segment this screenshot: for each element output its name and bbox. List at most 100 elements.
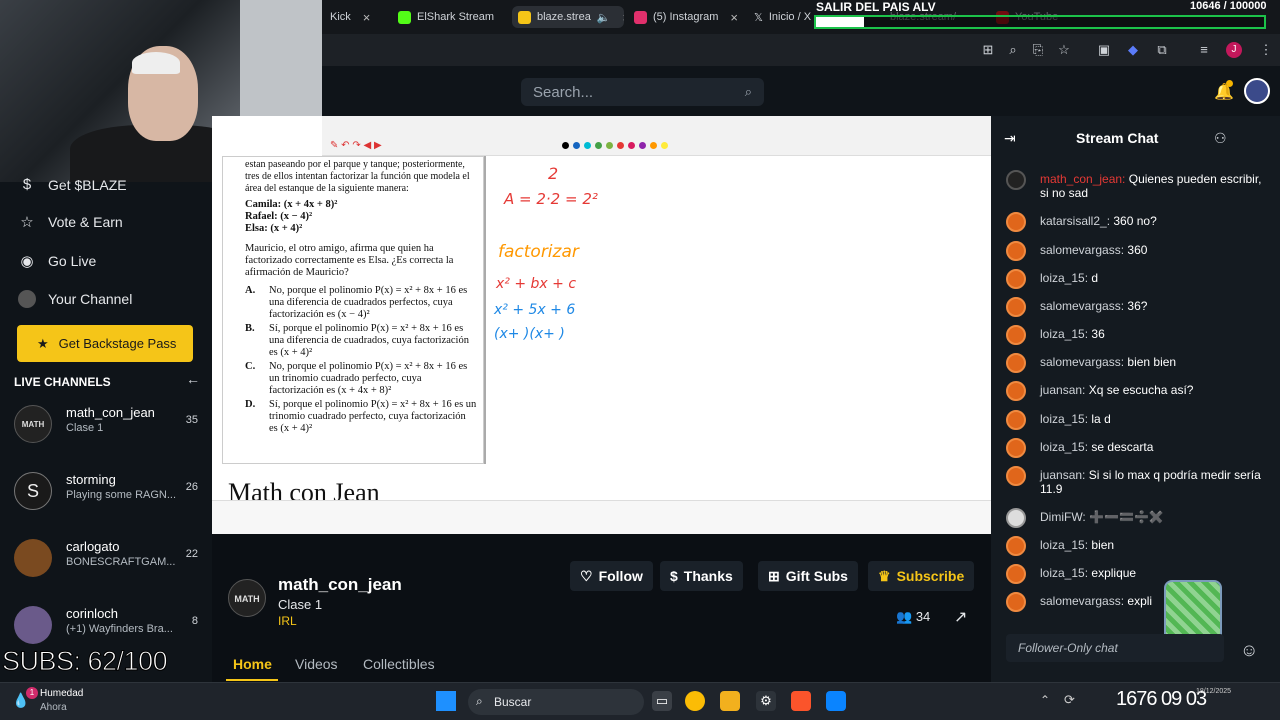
chat-username[interactable]: loiza_15: xyxy=(1040,271,1088,285)
avatar[interactable] xyxy=(1006,564,1026,584)
sidebar-item-get-blaze[interactable]: $ Get $BLAZE xyxy=(18,176,127,193)
puzzle-icon[interactable]: ⧉ xyxy=(1154,42,1170,58)
avatar[interactable] xyxy=(1006,592,1026,612)
chat-users-icon[interactable]: ⚇ xyxy=(1214,130,1227,147)
chat-username[interactable]: salomevargass: xyxy=(1040,243,1124,257)
avatar[interactable] xyxy=(1006,241,1026,261)
app-icon[interactable] xyxy=(826,691,846,711)
taskbar-search[interactable]: ⌕ Buscar xyxy=(468,689,644,715)
chat-username[interactable]: salomevargass: xyxy=(1040,299,1124,313)
chat-username[interactable]: loiza_15: xyxy=(1040,440,1088,454)
chat-username[interactable]: juansan: xyxy=(1040,383,1085,397)
share-icon[interactable]: ↗ xyxy=(954,607,967,627)
chat-input[interactable]: Follower-Only chat xyxy=(1006,634,1224,662)
chat-username[interactable]: salomevargass: xyxy=(1040,594,1124,608)
sidebar-toggle-icon[interactable]: ▣ xyxy=(1096,42,1112,58)
channel-name[interactable]: math_con_jean xyxy=(278,575,402,595)
extension-icon[interactable]: ◆ xyxy=(1125,42,1141,58)
chat-text: ➕➖🟰➗✖️ xyxy=(1089,510,1164,524)
user-avatar[interactable] xyxy=(1244,78,1270,104)
site-header xyxy=(322,66,1280,116)
avatar[interactable] xyxy=(1006,325,1026,345)
close-icon[interactable]: × xyxy=(623,10,624,25)
avatar[interactable] xyxy=(1006,536,1026,556)
collapse-chat-icon[interactable]: ⇥ xyxy=(1004,130,1016,147)
tab-videos[interactable]: Videos xyxy=(295,656,338,672)
chat-text: bien xyxy=(1091,538,1115,552)
live-channel-item[interactable]: carlogato BONESCRAFTGAM... 22 xyxy=(14,537,204,581)
avatar xyxy=(14,606,52,644)
thanks-button[interactable]: $ Thanks xyxy=(660,561,743,591)
stream-category[interactable]: IRL xyxy=(278,614,297,628)
search-input[interactable]: Search... ⌕ xyxy=(521,78,764,106)
follow-button[interactable]: ♡ Follow xyxy=(570,561,653,591)
chat-username[interactable]: math_con_jean: xyxy=(1040,172,1125,186)
backstage-pass-button[interactable]: ★ Get Backstage Pass xyxy=(17,325,193,362)
channel-avatar[interactable]: MATH xyxy=(228,579,266,617)
emoji-icon[interactable]: ☺ xyxy=(1240,640,1258,661)
live-channel-item[interactable]: corinloch (+1) Wayfinders Bra... 8 xyxy=(14,604,204,648)
avatar[interactable] xyxy=(1006,297,1026,317)
option-a: A. No, porque el polinomio P(x) = x² + 8x… xyxy=(245,285,468,320)
chat-username[interactable]: loiza_15: xyxy=(1040,538,1088,552)
sidebar-item-go-live[interactable]: ◉ Go Live xyxy=(18,252,96,270)
gift-subs-button[interactable]: ⊞ Gift Subs xyxy=(758,561,858,591)
tab-kick[interactable]: Kick × xyxy=(330,6,390,28)
cast-icon[interactable]: ⎘ xyxy=(1030,42,1046,58)
task-view-icon[interactable]: ▭ xyxy=(652,691,672,711)
weather-title[interactable]: Humedad xyxy=(40,688,83,699)
avatar[interactable] xyxy=(1006,269,1026,289)
tray-chevron-icon[interactable]: ⌃ xyxy=(1040,693,1050,707)
bookmark-star-icon[interactable]: ☆ xyxy=(1056,42,1072,58)
speaker-icon[interactable]: 🔈 xyxy=(597,11,611,24)
file-explorer-icon[interactable] xyxy=(720,691,740,711)
tray-clock[interactable]: 1676 09 03 xyxy=(1116,688,1207,711)
tab-collectibles[interactable]: Collectibles xyxy=(363,656,435,672)
avatar[interactable] xyxy=(1006,438,1026,458)
option-d: D. Sí, porque el polinomio P(x) = x² + 8x… xyxy=(245,399,477,434)
close-icon[interactable]: × xyxy=(730,10,738,25)
option-c: C. No, porque el polinomio P(x) = x² + 8x… xyxy=(245,361,468,396)
chrome-icon[interactable] xyxy=(685,691,705,711)
tab-x[interactable]: 𝕏 Inicio / X xyxy=(754,6,812,28)
brave-icon[interactable] xyxy=(791,691,811,711)
profile-avatar[interactable]: J xyxy=(1226,42,1242,58)
avatar[interactable] xyxy=(1006,410,1026,430)
sidebar-item-your-channel[interactable]: Your Channel xyxy=(18,290,132,308)
subscribe-button[interactable]: ♛ Subscribe xyxy=(868,561,975,591)
sidebar-item-vote-earn[interactable]: ☆ Vote & Earn xyxy=(18,213,122,231)
media-icon[interactable]: ≡ xyxy=(1196,42,1212,58)
live-channel-item[interactable]: MATH math_con_jean Clase 1 35 xyxy=(14,403,204,447)
avatar[interactable] xyxy=(1006,212,1026,232)
avatar[interactable] xyxy=(1006,381,1026,401)
collapse-arrow-icon[interactable]: ← xyxy=(186,371,200,387)
live-channel-item[interactable]: S storming Playing some RAGN... 26 xyxy=(14,470,204,514)
x-logo-icon: 𝕏 xyxy=(754,11,763,24)
tab-blaze[interactable]: blaze.strea 🔈× xyxy=(512,6,624,28)
avatar[interactable] xyxy=(1006,353,1026,373)
chat-username[interactable]: loiza_15: xyxy=(1040,566,1088,580)
avatar[interactable] xyxy=(1006,508,1026,528)
chat-username[interactable]: salomevargass: xyxy=(1040,355,1124,369)
chat-username[interactable]: loiza_15: xyxy=(1040,327,1088,341)
tab-elshark[interactable]: ElShark Stream× xyxy=(398,6,506,28)
settings-icon[interactable]: ⚙ xyxy=(756,691,776,711)
chat-text: 360 xyxy=(1127,243,1148,257)
tab-instagram[interactable]: (5) Instagram × xyxy=(634,6,742,28)
chat-username[interactable]: juansan: xyxy=(1040,468,1085,482)
avatar[interactable] xyxy=(1006,466,1026,486)
chat-username[interactable]: DimiFW: xyxy=(1040,510,1086,524)
player-controls[interactable] xyxy=(212,500,991,534)
weather-subtitle: Ahora xyxy=(40,702,67,713)
avatar[interactable] xyxy=(1006,170,1026,190)
windows-start-icon[interactable] xyxy=(436,691,456,711)
translate-icon[interactable]: ⊞ xyxy=(980,42,996,58)
close-icon[interactable]: × xyxy=(363,10,371,25)
chat-username[interactable]: katarsisall2_: xyxy=(1040,214,1110,228)
zoom-icon[interactable]: ⌕ xyxy=(1005,42,1021,58)
tab-home[interactable]: Home xyxy=(233,656,272,672)
chat-username[interactable]: loiza_15: xyxy=(1040,412,1088,426)
menu-icon[interactable]: ⋮ xyxy=(1258,42,1274,58)
network-icon[interactable]: ⟳ xyxy=(1064,692,1075,708)
blaze-icon xyxy=(518,10,531,24)
